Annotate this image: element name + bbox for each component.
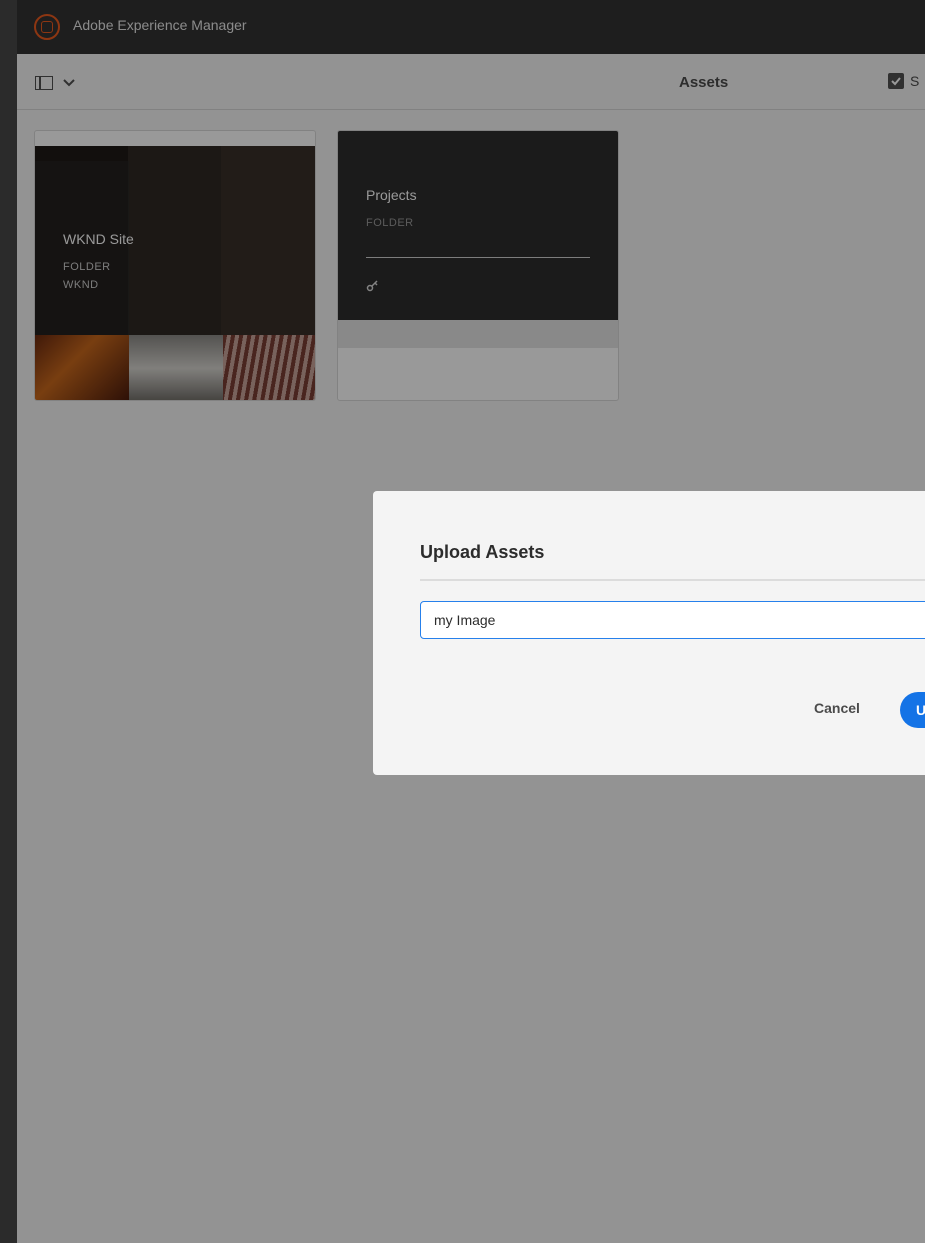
dialog-title: Upload Assets [420, 542, 545, 562]
dialog-divider [420, 579, 925, 581]
app-window: Adobe Experience Manager Assets S WKND S… [17, 0, 925, 1243]
upload-assets-dialog: Upload Assets Cancel U [373, 491, 925, 775]
upload-button[interactable]: U [900, 692, 925, 728]
asset-name-input[interactable] [420, 601, 925, 639]
cancel-button[interactable]: Cancel [798, 692, 876, 724]
